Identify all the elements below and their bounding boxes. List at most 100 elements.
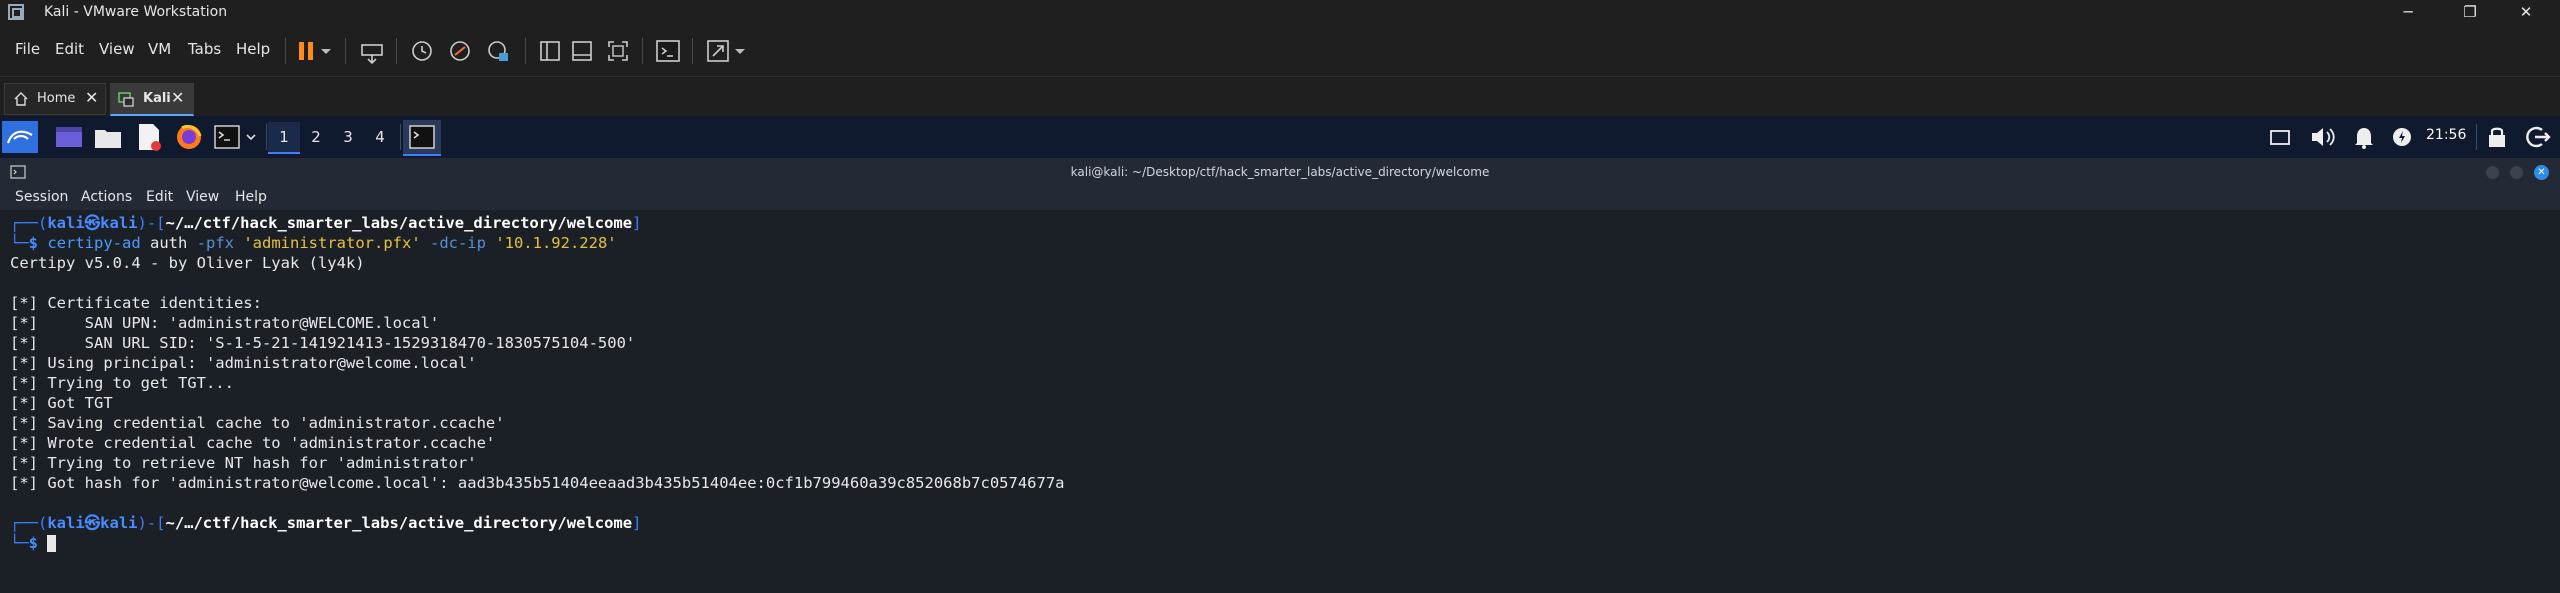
command-subcommand: auth	[140, 234, 197, 252]
workspace-4[interactable]: 4	[364, 122, 396, 152]
clock[interactable]: 21:56	[2426, 127, 2466, 143]
terminal-maximize-button[interactable]	[2510, 166, 2523, 179]
full-screen-icon[interactable]	[604, 37, 632, 65]
prompt-path: ~/…/ctf/hack_smarter_labs/active_directo…	[165, 214, 633, 232]
thumbnail-bar-icon[interactable]	[568, 37, 596, 65]
command-program: certipy-ad	[47, 234, 141, 252]
terminal-minimize-button[interactable]	[2486, 166, 2499, 179]
vmware-menu-bar: File Edit View VM Tabs Help	[0, 26, 2560, 76]
workspace-2[interactable]: 2	[300, 122, 332, 152]
close-tab-icon[interactable]: ✕	[171, 88, 184, 107]
terminal-close-button[interactable]: ✕	[2534, 165, 2549, 180]
taskbar-terminal-window[interactable]	[403, 120, 441, 156]
toolbar-separator	[692, 38, 693, 64]
workspace-3[interactable]: 3	[332, 122, 364, 152]
vmware-title-bar: Kali - VMware Workstation ─ ❐ ✕	[0, 0, 2560, 26]
kali-top-panel: 1 2 3 4 21:56	[0, 116, 2560, 158]
power-manager-icon[interactable]	[2390, 122, 2414, 152]
prompt-line: ┌──(kali㉿kali)-[~/…/ctf/hack_smarter_lab…	[10, 213, 641, 233]
menu-tabs[interactable]: Tabs	[188, 40, 221, 58]
output-line: [*] Wrote credential cache to 'administr…	[10, 434, 496, 452]
command-flag: -dc-ip	[429, 234, 486, 252]
kali-menu-icon[interactable]	[2, 121, 38, 153]
terminal-small-icon	[10, 165, 26, 179]
menu-help[interactable]: Help	[236, 40, 270, 58]
prompt-dollar: $	[28, 534, 39, 552]
file-manager-icon[interactable]	[93, 122, 123, 152]
prompt-user-host: kali㉿kali	[47, 514, 138, 532]
stretch-guest-icon[interactable]	[704, 37, 732, 65]
volume-icon[interactable]	[2308, 122, 2338, 152]
prompt-dollar: $	[28, 234, 39, 252]
prompt-corner: └─	[10, 234, 29, 252]
send-ctrl-alt-del-icon[interactable]	[358, 37, 386, 65]
output-line: [*] Got TGT	[10, 394, 113, 412]
vmware-tab-bar: Home ✕ Kali ✕	[0, 76, 2560, 117]
panel-separator	[2476, 124, 2477, 150]
output-line: [*] Trying to get TGT...	[10, 374, 234, 392]
prompt-line: ┌──(kali㉿kali)-[~/…/ctf/hack_smarter_lab…	[10, 513, 641, 533]
logout-icon[interactable]	[2522, 122, 2552, 152]
show-desktop-icon[interactable]	[54, 122, 84, 152]
terminal-launcher-icon[interactable]	[212, 122, 242, 152]
output-line: [*] Certificate identities:	[10, 294, 262, 312]
command-arg: 'administrator.pfx'	[234, 234, 430, 252]
toolbar-separator	[396, 38, 397, 64]
prompt-bracket: )-[	[137, 514, 166, 532]
terminal-dropdown-icon[interactable]	[244, 122, 258, 152]
close-button[interactable]: ✕	[2503, 0, 2549, 26]
close-tab-icon[interactable]: ✕	[85, 88, 98, 107]
prompt-path: ~/…/ctf/hack_smarter_labs/active_directo…	[165, 514, 633, 532]
vmware-logo-icon	[8, 4, 24, 20]
show-library-icon[interactable]	[536, 37, 564, 65]
terminal-menu-help[interactable]: Help	[235, 189, 267, 205]
output-line: [*] SAN URL SID: 'S-1-5-21-141921413-152…	[10, 334, 636, 352]
command-line: └─$ certipy-ad auth -pfx 'administrator.…	[10, 233, 617, 253]
terminal-menu-session[interactable]: Session	[15, 189, 68, 205]
terminal-output[interactable]: ┌──(kali㉿kali)-[~/…/ctf/hack_smarter_lab…	[0, 210, 2560, 593]
revert-snapshot-icon[interactable]	[446, 37, 474, 65]
display-icon[interactable]	[2266, 122, 2294, 152]
restore-button[interactable]: ❐	[2447, 0, 2493, 26]
tab-kali-label: Kali	[143, 91, 171, 106]
toolbar-separator	[345, 38, 346, 64]
lock-screen-icon[interactable]	[2482, 122, 2512, 152]
menu-vm[interactable]: VM	[148, 40, 171, 58]
workspace-1[interactable]: 1	[268, 122, 300, 154]
menu-view[interactable]: View	[99, 40, 135, 58]
terminal-menu-edit[interactable]: Edit	[146, 189, 173, 205]
output-line: [*] SAN UPN: 'administrator@WELCOME.loca…	[10, 314, 440, 332]
prompt-bracket: ]	[632, 214, 642, 232]
terminal-menu-actions[interactable]: Actions	[81, 189, 132, 205]
output-line: Certipy v5.0.4 - by Oliver Lyak (ly4k)	[10, 254, 365, 272]
toolbar-separator	[642, 38, 643, 64]
pause-icon[interactable]	[293, 37, 321, 65]
snapshot-manager-icon[interactable]	[484, 37, 512, 65]
snapshot-icon[interactable]	[408, 37, 436, 65]
text-cursor	[47, 535, 57, 552]
minimize-button[interactable]: ─	[2385, 0, 2431, 26]
toolbar-separator	[285, 38, 286, 64]
prompt-user-host: kali㉿kali	[47, 214, 138, 232]
text-editor-icon[interactable]	[134, 122, 164, 152]
command-arg: '10.1.92.228'	[485, 234, 617, 252]
panel-separator	[266, 124, 267, 150]
notifications-bell-icon[interactable]	[2350, 122, 2378, 152]
tab-home[interactable]: Home ✕	[4, 83, 106, 115]
firefox-icon[interactable]	[174, 122, 204, 152]
menu-file[interactable]: File	[15, 40, 40, 58]
command-line: └─$	[10, 533, 57, 553]
output-line: [*] Trying to retrieve NT hash for 'admi…	[10, 454, 477, 472]
terminal-menu-bar: Session Actions Edit View Help	[0, 186, 2560, 210]
prompt-bracket: ]	[632, 514, 642, 532]
terminal-menu-view[interactable]: View	[186, 189, 219, 205]
pause-dropdown-icon[interactable]	[318, 37, 334, 65]
stretch-dropdown-icon[interactable]	[732, 37, 748, 65]
toolbar-separator	[525, 38, 526, 64]
tab-home-label: Home	[37, 91, 76, 106]
menu-edit[interactable]: Edit	[55, 40, 84, 58]
console-view-icon[interactable]	[654, 37, 682, 65]
tab-kali[interactable]: Kali ✕	[110, 83, 194, 116]
panel-separator	[400, 124, 401, 150]
prompt-bracket: )-[	[137, 214, 166, 232]
